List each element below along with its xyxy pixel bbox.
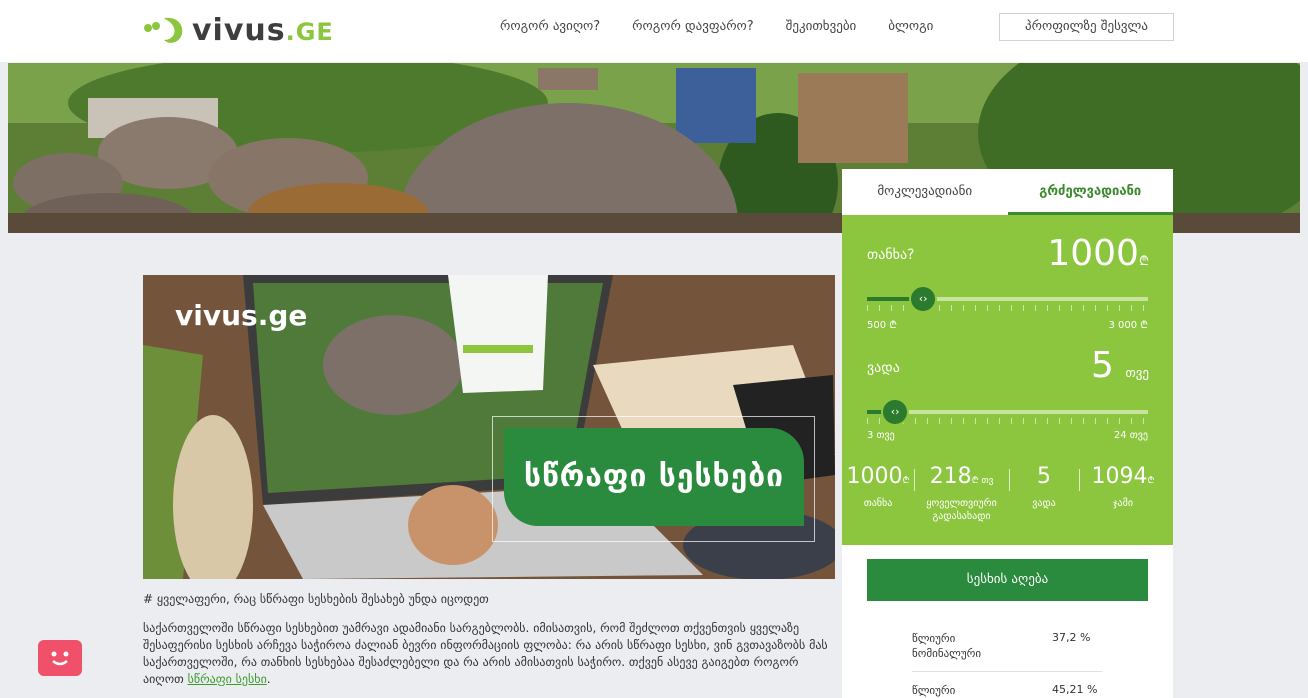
summary-amount: 1000₾ თანხა — [842, 463, 914, 523]
summary-term: 5 ვადა — [1009, 463, 1079, 523]
term-slider-ticks — [867, 418, 1148, 424]
loan-summary: 1000₾ თანხა 218₾ თვ ყოველთვიური გადასახა… — [842, 463, 1173, 523]
tab-long-term[interactable]: გრძელვადიანი — [1007, 169, 1173, 215]
logo-mark-icon — [144, 17, 183, 43]
rate-divider — [912, 671, 1102, 672]
amount-value: 1000 — [1047, 233, 1139, 274]
summary-term-value: 5 — [1037, 464, 1051, 489]
main-nav: როგორ ავიღო? როგორ დავფარო? შეკითხვები ბ… — [500, 14, 965, 40]
amount-slider[interactable]: ‹› — [867, 285, 1148, 313]
tab-short-term[interactable]: მოკლევადიანი — [842, 169, 1008, 215]
amount-value-display: 1000₾ — [1047, 233, 1149, 274]
article-body: საქართველოში სწრაფი სესხებით უამრავი ადა… — [143, 620, 833, 688]
summary-amount-label: თანხა — [863, 498, 893, 509]
nav-how-to-repay[interactable]: როგორ დავფარო? — [632, 14, 754, 40]
chat-face-icon — [51, 651, 69, 666]
summary-monthly-value: 218 — [929, 464, 972, 489]
article-tags: # ყველაფერი, რაც სწრაფი სესხების შესახებ… — [143, 592, 489, 606]
article-link-quick-loan[interactable]: სწრაფი სესხი — [188, 672, 267, 686]
rate-effective-value: 45,21 % — [1052, 683, 1098, 696]
term-label: ვადა — [867, 360, 900, 376]
summary-total: 1094₾ ჯამი — [1079, 463, 1167, 523]
summary-monthly: 218₾ თვ ყოველთვიური გადასახადი — [914, 463, 1009, 523]
logo-text: vivus.GE — [192, 13, 334, 48]
amount-min: 500 ₾ — [867, 320, 897, 331]
summary-monthly-unit: ₾ თვ — [971, 476, 994, 486]
nav-how-to-take[interactable]: როგორ ავიღო? — [500, 14, 600, 40]
site-header: vivus.GE როგორ ავიღო? როგორ დავფარო? შეკ… — [0, 0, 1308, 62]
summary-term-label: ვადა — [1032, 498, 1056, 509]
amount-slider-ticks — [867, 305, 1148, 311]
amount-max: 3 000 ₾ — [1108, 320, 1148, 331]
amount-unit: ₾ — [1138, 254, 1149, 269]
amount-slider-handle[interactable]: ‹› — [909, 285, 938, 313]
term-slider[interactable]: ‹› — [867, 398, 1148, 426]
summary-monthly-label: ყოველთვიური გადასახადი — [926, 498, 997, 522]
article-body-tail: . — [266, 672, 271, 686]
rate-nominal-label: წლიური ნომინალური — [912, 632, 982, 660]
term-min: 3 თვე — [867, 430, 895, 441]
nav-blog[interactable]: ბლოგი — [888, 14, 933, 40]
loan-calculator: მოკლევადიანი გრძელვადიანი თანხა? 1000₾ ‹… — [842, 169, 1173, 698]
rate-effective-label: წლიური — [912, 684, 956, 697]
logo-tld: .GE — [285, 17, 334, 46]
summary-amount-value: 1000 — [846, 464, 903, 489]
term-unit: თვე — [1125, 366, 1149, 381]
summary-total-unit: ₾ — [1147, 476, 1155, 486]
brand-logo[interactable]: vivus.GE — [142, 10, 334, 50]
summary-amount-unit: ₾ — [902, 476, 910, 486]
summary-total-label: ჯამი — [1112, 498, 1134, 509]
rate-nominal-value: 37,2 % — [1052, 631, 1091, 644]
chat-widget-button[interactable] — [38, 640, 82, 676]
calculator-tabs: მოკლევადიანი გრძელვადიანი — [842, 169, 1173, 215]
term-slider-handle[interactable]: ‹› — [881, 398, 910, 426]
get-loan-button[interactable]: სესხის აღება — [867, 559, 1148, 601]
summary-total-value: 1094 — [1091, 464, 1148, 489]
article-image-logo: vivus.ge — [175, 299, 308, 332]
calculator-panel: თანხა? 1000₾ ‹› 500 ₾ 3 000 ₾ ვადა 5 თვე… — [842, 215, 1173, 545]
amount-label: თანხა? — [867, 247, 915, 263]
banner-headline: სწრაფი სესხები — [504, 428, 804, 526]
term-max: 24 თვე — [1113, 430, 1148, 441]
term-value-display: 5 თვე — [1091, 345, 1149, 386]
calculator-actions: სესხის აღება წლიური ნომინალური 37,2 % წლ… — [842, 545, 1173, 698]
logo-brand-name: vivus — [192, 12, 286, 48]
term-value: 5 — [1090, 345, 1114, 386]
nav-faq[interactable]: შეკითხვები — [786, 14, 857, 40]
profile-login-button[interactable]: პროფილზე შესვლა — [999, 13, 1174, 41]
